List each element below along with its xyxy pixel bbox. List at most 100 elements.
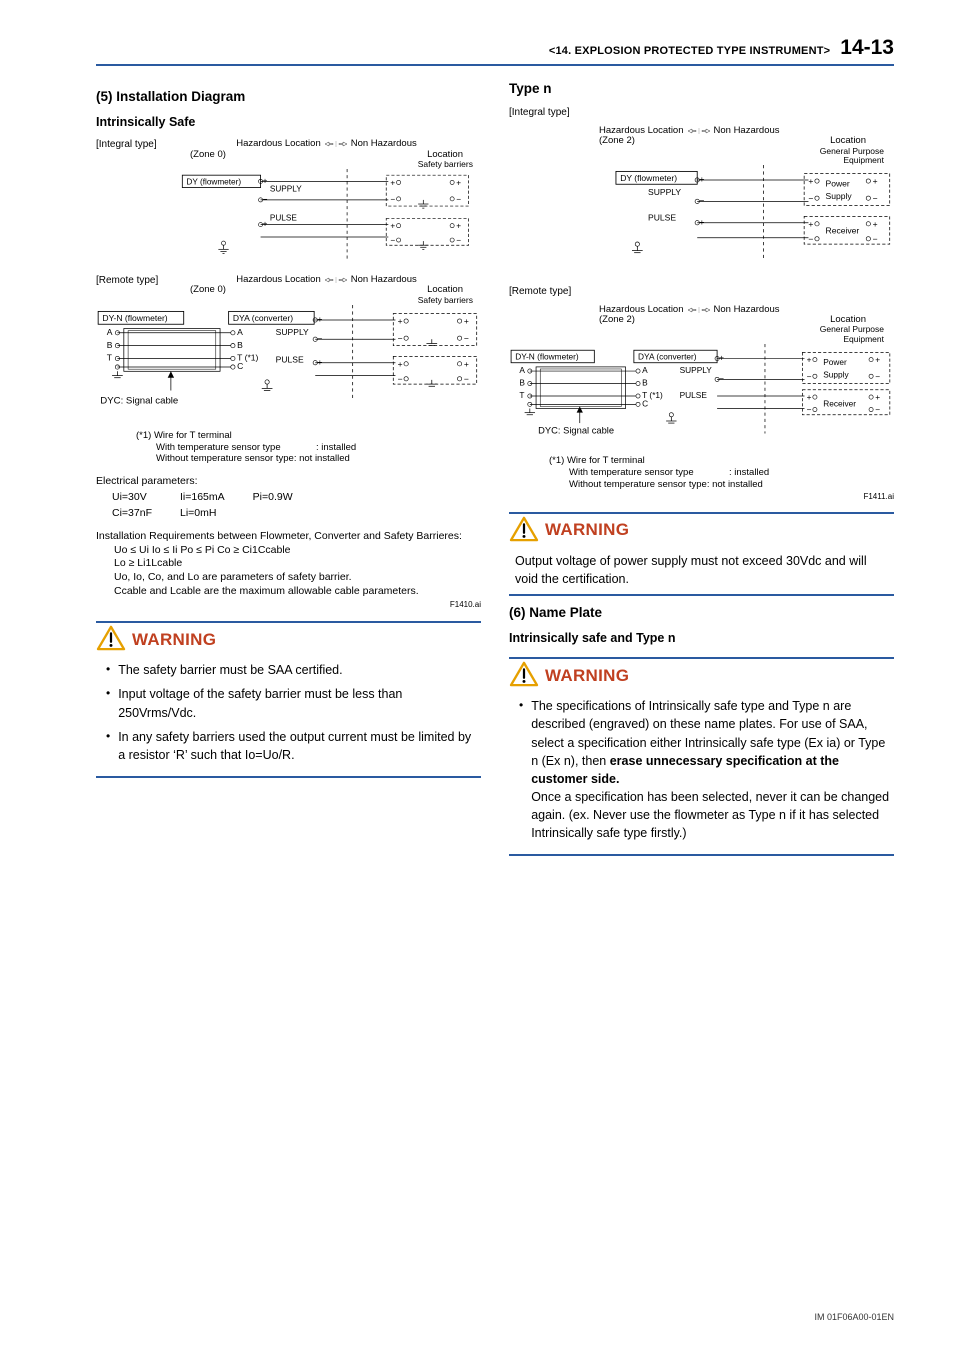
svg-text:PULSE: PULSE [680,390,708,400]
svg-text:T: T [519,390,524,400]
diagram-is-integral: [Integral type] Hazardous Location Non H… [96,139,481,265]
svg-text:A: A [642,365,648,375]
svg-text:−: − [807,372,812,382]
double-arrow-icon [325,139,347,149]
svg-text:+: + [464,316,469,326]
param-ii: Ii=165mA [180,491,251,505]
safety-barriers-label: Safety barriers [172,160,481,169]
svg-text:A: A [519,365,525,375]
svg-text:DYC: Signal cable: DYC: Signal cable [538,426,614,436]
gpe-line2: Equipment [843,155,884,165]
type-n-title: Type n [509,80,894,98]
nonhaz-r1: Non Hazardous [714,126,780,136]
svg-text:PULSE: PULSE [276,355,304,365]
svg-text:+: + [699,217,704,227]
double-arrow-icon [325,275,347,285]
wire-note-without-r: Without temperature sensor type: not ins… [509,479,894,491]
dy-flowmeter-text: DY (flowmeter) [186,178,241,187]
svg-text:+: + [875,355,880,365]
svg-text:−: − [456,195,461,204]
warn-bullet-1: The safety barrier must be SAA certified… [118,661,342,679]
svg-text:SUPPLY: SUPPLY [276,327,309,337]
svg-text:+: + [873,177,878,187]
warning-body-r1: Output voltage of power supply must not … [509,552,894,596]
svg-text:−: − [390,195,395,204]
svg-text:SUPPLY: SUPPLY [648,187,681,197]
warn-bullet-2: Input voltage of the safety barrier must… [118,685,479,721]
param-ci: Ci=37nF [112,507,178,521]
svg-text:DY-N (flowmeter): DY-N (flowmeter) [515,352,579,362]
install-requirements: Installation Requirements between Flowme… [96,530,481,598]
warning-title-left: WARNING [132,629,216,652]
svg-text:+: + [317,357,322,367]
svg-text:+: + [317,314,322,324]
svg-text:DYC: Signal cable: DYC: Signal cable [100,395,178,406]
req-line2: Lo ≥ Li1Lcable [96,557,481,571]
remote-label: [Remote type] [96,275,166,286]
svg-text:SUPPLY: SUPPLY [680,365,713,375]
svg-text:−: − [317,333,322,343]
svg-text:−: − [807,405,812,415]
svg-text:PULSE: PULSE [270,214,297,223]
svg-text:−: − [390,236,395,245]
zone2-r2: (Zone 2) [599,315,635,325]
section-6-title: (6) Name Plate [509,604,894,622]
svg-text:−: − [808,234,813,244]
wiring-svg-integral-is: DY (flowmeter) SUPPLY PULSE + − + [172,169,481,262]
svg-text:+: + [807,392,812,402]
svg-text:−: − [456,236,461,245]
svg-text:+: + [808,177,813,187]
zone0-label: (Zone 0) [190,150,226,160]
wire-note-with: With temperature sensor type [156,442,316,454]
integral-label: [Integral type] [96,139,166,150]
wire-note-block: (*1) Wire for T terminal With temperatur… [96,430,481,466]
wire-note-with-val-r: : installed [729,467,769,479]
page-number: 14-13 [840,36,894,60]
svg-text:+: + [398,316,403,326]
right-column: Type n [Integral type] Hazardous Locatio… [509,80,894,864]
svg-text:A: A [237,327,243,337]
wire-note-title-r: (*1) Wire for T terminal [549,455,645,466]
diagram-is-remote: [Remote type] Hazardous Location Non Haz… [96,275,481,465]
svg-text:−: − [398,374,403,384]
svg-text:−: − [699,196,704,206]
warning-icon [509,516,539,546]
svg-text:+: + [456,179,461,188]
wire-note-without: Without temperature sensor type: not ins… [96,453,481,465]
svg-text:−: − [398,333,403,343]
svg-text:−: − [263,195,268,204]
req-line4: Ccable and Lcable are the maximum allowa… [96,585,481,599]
svg-text:Supply: Supply [823,369,849,379]
diagram-typen-integral: Hazardous Location Non Hazardous (Zone 2… [509,126,894,275]
svg-text:Receiver: Receiver [823,399,856,409]
wire-note-with-val: : installed [316,442,356,454]
svg-text:+: + [719,353,724,363]
is-typen-title: Intrinsically safe and Type n [509,630,894,647]
left-column: (5) Installation Diagram Intrinsically S… [96,80,481,864]
svg-text:C: C [642,399,648,409]
chapter-title: <14. EXPLOSION PROTECTED TYPE INSTRUMENT… [549,45,830,57]
document-id: IM 01F06A00-01EN [814,1312,894,1322]
warning-icon [509,661,539,691]
req-title: Installation Requirements between Flowme… [96,530,481,544]
svg-text:Power: Power [823,357,847,367]
param-pi: Pi=0.9W [253,491,319,505]
safety-barriers-label-2: Safety barriers [172,296,481,305]
warn2-text: The specifications of Intrinsically safe… [531,697,892,842]
gpe-line2-2: Equipment [843,334,884,344]
svg-text:B: B [237,340,243,350]
electrical-params: Electrical parameters: Ui=30VIi=165mAPi=… [96,475,481,522]
svg-text:DY-N (flowmeter): DY-N (flowmeter) [102,313,167,323]
figure-id-right: F1411.ai [509,493,894,502]
warning-title-r2: WARNING [545,665,629,688]
zone2-r1: (Zone 2) [599,136,635,146]
svg-text:+: + [263,177,268,186]
svg-text:+: + [263,220,268,229]
svg-text:−: − [875,405,880,415]
svg-text:B: B [642,378,648,388]
nonhaz-r2: Non Hazardous [714,305,780,315]
svg-text:−: − [875,372,880,382]
warning-block-r2: WARNING The specifications of Intrinsica… [509,657,894,856]
param-li: Li=0mH [180,507,251,521]
svg-text:T: T [107,353,113,363]
